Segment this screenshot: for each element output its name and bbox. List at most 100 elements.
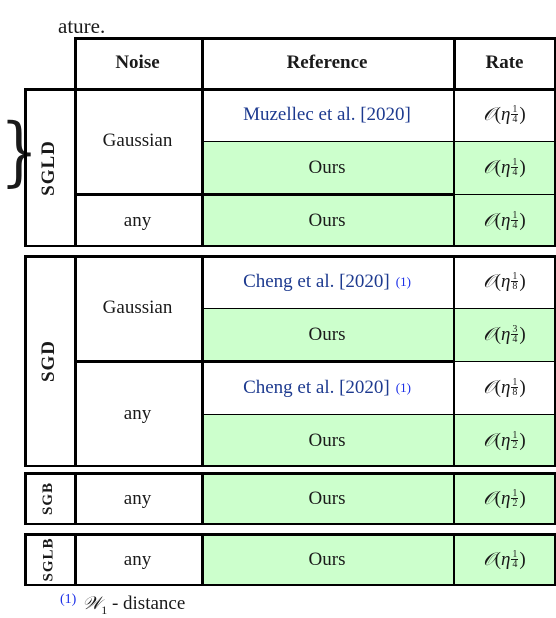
preceding-text: ature.	[58, 14, 105, 38]
header-noise: Noise	[74, 37, 201, 88]
reference-ours: Ours	[201, 194, 453, 247]
noise-label: Gaussian	[103, 130, 173, 152]
group-bottom-border	[24, 523, 556, 526]
header-top-border	[74, 37, 556, 40]
rate-cell: 𝒪(η14)	[453, 88, 556, 141]
group-left-border	[24, 255, 27, 467]
reference-rate-divider	[453, 255, 455, 467]
eta-symbol: η	[501, 549, 510, 571]
noise-label: any	[124, 488, 151, 510]
eta-symbol: η	[501, 271, 510, 293]
ours-label: Ours	[309, 488, 346, 510]
rate-cell: 𝒪(η14)	[453, 533, 556, 586]
reference-rate-divider	[453, 533, 455, 586]
exponent-denominator: 2	[512, 441, 517, 450]
ours-label: Ours	[309, 549, 346, 571]
big-o-symbol: 𝒪	[483, 157, 494, 178]
rate-cell: 𝒪(η18)	[453, 361, 556, 414]
noise-label: any	[124, 210, 151, 232]
ours-label: Ours	[309, 430, 346, 452]
reference-citation: Cheng et al. [2020] (1)	[201, 361, 453, 414]
ours-label: Ours	[309, 157, 346, 179]
citation-link[interactable]: Cheng et al. [2020]	[243, 377, 390, 399]
big-o-symbol: 𝒪	[483, 324, 494, 345]
reference-citation: Muzellec et al. [2020]	[201, 88, 453, 141]
reference-ours: Ours	[201, 308, 453, 361]
noise-label: any	[124, 403, 151, 425]
rate-exponent: 18	[511, 272, 518, 291]
citation-link[interactable]: Cheng et al. [2020]	[243, 271, 390, 293]
noise-cell: any	[74, 533, 201, 586]
noise-cell: Gaussian	[74, 255, 201, 361]
algorithm-label: SGLB	[24, 533, 74, 586]
exponent-denominator: 4	[512, 335, 517, 344]
eta-symbol: η	[501, 157, 510, 179]
rate-cell: 𝒪(η14)	[453, 194, 556, 247]
algorithm-label: SGB	[24, 472, 74, 525]
noise-reference-divider	[201, 472, 204, 525]
group-top-border	[24, 88, 556, 91]
label-divider	[74, 88, 77, 247]
eta-symbol: η	[501, 104, 510, 126]
row-separator	[201, 194, 556, 196]
footnote-mark: (1)	[60, 592, 76, 607]
rate-exponent: 12	[511, 489, 518, 508]
noise-reference-divider	[201, 88, 204, 247]
eta-symbol: η	[501, 488, 510, 510]
rate-exponent: 14	[511, 550, 518, 569]
header-reference: Reference	[201, 37, 453, 88]
header-left-border	[74, 37, 77, 88]
noise-cell: any	[74, 361, 201, 467]
eta-symbol: η	[501, 324, 510, 346]
big-o-symbol: 𝒪	[483, 488, 494, 509]
footnote-reference-mark[interactable]: (1)	[396, 274, 411, 290]
rate-exponent: 14	[511, 211, 518, 230]
algorithm-name: SGLD	[38, 140, 60, 196]
group-bottom-border	[24, 584, 556, 587]
paren: )	[519, 324, 525, 346]
exponent-denominator: 4	[512, 560, 517, 569]
big-o-symbol: 𝒪	[483, 430, 494, 451]
group-left-border	[24, 88, 27, 247]
group-bottom-border	[24, 245, 556, 248]
noise-label: Gaussian	[103, 297, 173, 319]
paren: )	[519, 488, 525, 510]
group-bottom-border	[24, 465, 556, 468]
label-divider	[74, 255, 77, 467]
label-divider	[74, 533, 77, 586]
header-rate: Rate	[453, 37, 556, 88]
eta-symbol: η	[501, 430, 510, 452]
exponent-denominator: 4	[512, 168, 517, 177]
row-separator	[201, 414, 556, 416]
footnote-text: - distance	[107, 593, 185, 614]
algorithm-label: SGLD	[24, 88, 74, 247]
rate-exponent: 34	[511, 325, 518, 344]
header-divider	[201, 37, 204, 88]
algorithm-name: SGB	[40, 482, 57, 515]
eta-symbol: η	[501, 210, 510, 232]
exponent-denominator: 8	[512, 388, 517, 397]
algorithm-name: SGD	[38, 340, 60, 382]
exponent-denominator: 4	[512, 221, 517, 230]
citation-link[interactable]: Muzellec et al. [2020]	[243, 104, 411, 126]
rate-cell: 𝒪(η18)	[453, 255, 556, 308]
reference-ours: Ours	[201, 533, 453, 586]
rate-cell: 𝒪(η12)	[453, 414, 556, 467]
exponent-denominator: 4	[512, 115, 517, 124]
exponent-denominator: 2	[512, 499, 517, 508]
paren: )	[519, 271, 525, 293]
big-o-symbol: 𝒪	[483, 210, 494, 231]
footnote-reference-mark[interactable]: (1)	[396, 380, 411, 396]
rate-cell: 𝒪(η14)	[453, 141, 556, 194]
group-left-border	[24, 533, 27, 586]
row-separator	[201, 308, 556, 310]
noise-label: any	[124, 549, 151, 571]
noise-cell: any	[74, 472, 201, 525]
wasserstein-symbol: 𝒲	[82, 593, 101, 614]
big-o-symbol: 𝒪	[483, 104, 494, 125]
paren: )	[519, 549, 525, 571]
algorithm-label: SGD	[24, 255, 74, 467]
reference-ours: Ours	[201, 472, 453, 525]
paren: )	[519, 430, 525, 452]
group-left-border	[24, 472, 27, 525]
